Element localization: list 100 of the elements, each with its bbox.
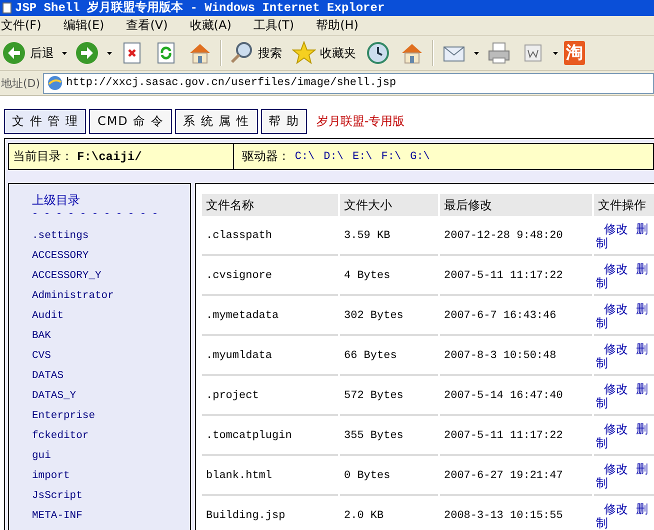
table-cell: Building.jsp xyxy=(202,498,338,530)
directory-link[interactable]: ACCESSORY xyxy=(32,246,89,266)
tab[interactable]: 文 件 管 理 xyxy=(4,109,86,134)
column-header: 文件名称 xyxy=(202,194,338,216)
path-label: 当前目录： xyxy=(13,148,73,165)
search-icon xyxy=(230,41,254,65)
action-link[interactable]: 删 xyxy=(636,262,648,276)
action-link[interactable]: 制 xyxy=(596,476,654,490)
action-link[interactable]: 制 xyxy=(596,516,654,530)
directory-link[interactable]: BAK xyxy=(32,326,51,346)
action-link[interactable]: 删 xyxy=(636,342,648,356)
dropdown-caret-icon[interactable] xyxy=(474,52,479,54)
toolbar-button[interactable]: 后退 xyxy=(0,41,56,65)
toolbar-button[interactable]: 搜索 xyxy=(228,41,284,65)
table-cell: 355 Bytes xyxy=(340,418,438,456)
directory-link[interactable]: META-INF xyxy=(32,506,82,526)
column-header: 最后修改 xyxy=(440,194,592,216)
action-link[interactable]: 修改 xyxy=(604,342,628,356)
action-link[interactable]: 删 xyxy=(636,222,648,236)
action-link[interactable]: 制 xyxy=(596,396,654,410)
table-cell: 2.0 KB xyxy=(340,498,438,530)
action-link[interactable]: 删 xyxy=(636,382,648,396)
dropdown-caret-icon[interactable] xyxy=(62,52,67,54)
action-link[interactable]: 修改 xyxy=(604,502,628,516)
table-cell: blank.html xyxy=(202,458,338,496)
directory-link[interactable]: DATAS_Y xyxy=(32,386,76,406)
directory-link[interactable]: ACCESSORY_Y xyxy=(32,266,102,286)
drive-link[interactable]: E:\ xyxy=(352,150,372,162)
directory-link[interactable]: fckeditor xyxy=(32,426,89,446)
action-link[interactable]: 删 xyxy=(636,302,648,316)
dropdown-caret-icon[interactable] xyxy=(553,52,558,54)
toolbar-button[interactable] xyxy=(364,41,392,65)
action-link[interactable]: 删 xyxy=(636,502,648,516)
menu-item[interactable]: 帮助(H) xyxy=(316,17,358,34)
house-icon xyxy=(400,41,424,65)
directory-link[interactable]: gui xyxy=(32,446,51,466)
printer-icon xyxy=(487,41,511,65)
menu-item[interactable]: 编辑(E) xyxy=(63,17,104,34)
drives-label: 驱动器 : xyxy=(242,148,286,165)
current-path: F:\caiji/ xyxy=(77,150,142,164)
table-cell: 4 Bytes xyxy=(340,258,438,296)
action-link[interactable]: 修改 xyxy=(604,422,628,436)
menu-item[interactable]: 文件(F) xyxy=(1,17,42,34)
action-link[interactable]: 制 xyxy=(596,436,654,450)
column-header: 文件大小 xyxy=(340,194,438,216)
action-link[interactable]: 删 xyxy=(636,422,648,436)
directory-link[interactable]: Administrator xyxy=(32,286,114,306)
directory-link[interactable]: import xyxy=(32,466,70,486)
table-cell: 2007-8-3 10:50:48 xyxy=(440,338,592,376)
action-link[interactable]: 制 xyxy=(596,316,654,330)
dropdown-caret-icon[interactable] xyxy=(107,52,112,54)
table-cell: 2007-12-28 9:48:20 xyxy=(440,218,592,256)
tab[interactable]: CMD 命 令 xyxy=(89,109,172,134)
dashed-separator: - - - - - - - - - - - xyxy=(32,209,158,220)
table-cell: .tomcatplugin xyxy=(202,418,338,456)
action-link[interactable]: 修改 xyxy=(604,302,628,316)
toolbar-button[interactable]: 收藏夹 xyxy=(290,41,358,65)
directory-link[interactable]: .settings xyxy=(32,226,89,246)
drive-link[interactable]: G:\ xyxy=(410,150,430,162)
table-cell: 2007-6-27 19:21:47 xyxy=(440,458,592,496)
star-icon xyxy=(292,41,316,65)
table-cell: 66 Bytes xyxy=(340,338,438,376)
table-cell: 302 Bytes xyxy=(340,298,438,336)
toolbar-button[interactable]: 淘 xyxy=(564,41,585,65)
parent-directory-link[interactable]: 上级目录 xyxy=(32,192,80,209)
table-cell: 2007-5-11 11:17:22 xyxy=(440,418,592,456)
action-link[interactable]: 删 xyxy=(636,462,648,476)
directory-link[interactable]: CVS xyxy=(32,346,51,366)
action-link[interactable]: 制 xyxy=(596,356,654,370)
directory-link[interactable]: Enterprise xyxy=(32,406,96,426)
action-link[interactable]: 制 xyxy=(596,236,654,250)
menu-item[interactable]: 工具(T) xyxy=(253,17,294,34)
action-link[interactable]: 修改 xyxy=(604,262,628,276)
menu-item[interactable]: 收藏(A) xyxy=(190,17,232,34)
menu-item[interactable]: 查看(V) xyxy=(126,17,168,34)
directory-link[interactable]: Audit xyxy=(32,306,64,326)
table-cell: 2008-3-13 10:15:55 xyxy=(440,498,592,530)
column-header: 文件操作 xyxy=(594,194,654,216)
drive-link[interactable]: F:\ xyxy=(381,150,402,162)
action-link[interactable]: 修改 xyxy=(604,222,628,236)
directory-link[interactable]: DATAS xyxy=(32,366,64,386)
drive-link[interactable]: D:\ xyxy=(324,150,344,162)
brand-text: 岁月联盟-专用版 xyxy=(316,113,405,130)
clock-icon xyxy=(366,41,390,65)
table-cell: .classpath xyxy=(202,218,338,256)
action-link[interactable]: 制 xyxy=(596,276,654,290)
table-cell: .mymetadata xyxy=(202,298,338,336)
tab[interactable]: 帮 助 xyxy=(260,109,308,134)
directory-link[interactable]: JsScript xyxy=(32,486,82,506)
action-link[interactable]: 修改 xyxy=(604,382,628,396)
table-cell: 3.59 KB xyxy=(340,218,438,256)
drive-link[interactable]: C:\ xyxy=(294,150,315,162)
table-cell: .project xyxy=(202,378,338,416)
window-title: JSP Shell 岁月联盟专用版本 - Windows Internet Explorer xyxy=(15,2,385,14)
address-field[interactable]: http://xxcj.sasac.gov.cn/userfiles/image/shell.jsp xyxy=(43,72,654,94)
action-link[interactable]: 修改 xyxy=(604,462,628,476)
tab[interactable]: 系 统 属 性 xyxy=(175,109,258,134)
table-cell: 572 Bytes xyxy=(340,378,438,416)
page-icon xyxy=(2,2,12,14)
house-icon xyxy=(188,41,212,65)
